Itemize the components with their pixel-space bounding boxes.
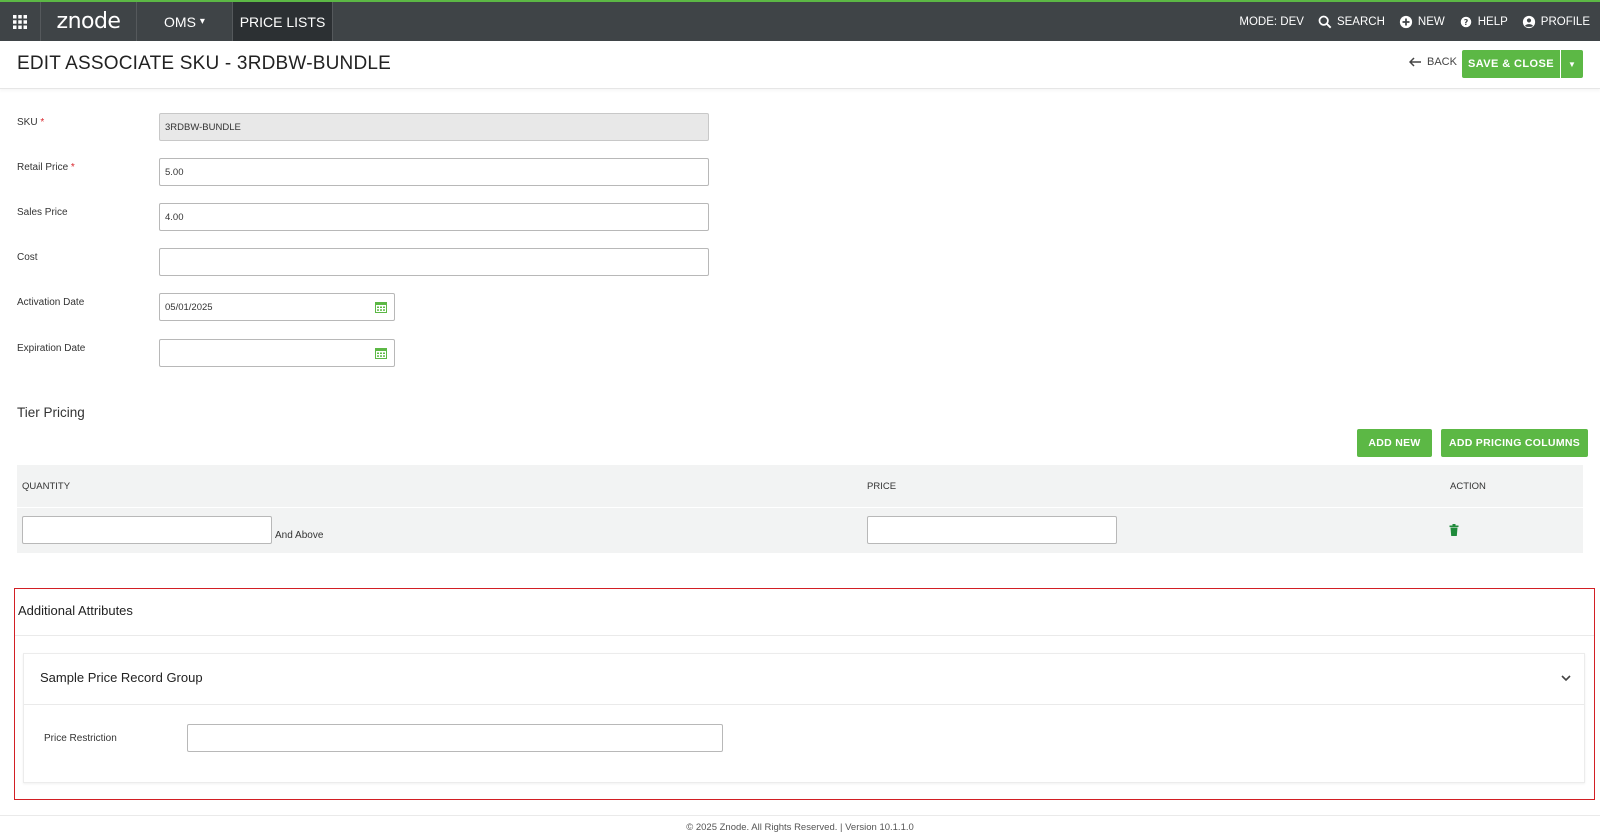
sku-input[interactable] [159,113,709,141]
page-footer: © 2025 Znode. All Rights Reserved. | Ver… [0,815,1600,838]
calendar-icon[interactable] [375,301,387,313]
add-pricing-columns-button[interactable]: ADD PRICING COLUMNS [1441,429,1588,457]
help-label: HELP [1477,15,1508,28]
chevron-down-icon[interactable] [1560,672,1572,684]
attribute-group-title[interactable]: Sample Price Record Group [40,670,203,685]
app-grid-icon[interactable] [0,2,41,41]
price-restriction-label: Price Restriction [44,733,117,744]
page-header: EDIT ASSOCIATE SKU - 3RDBW-BUNDLE BACK S… [0,41,1600,89]
help-button[interactable]: ? HELP [1459,15,1508,29]
table-row: And Above [17,507,1583,553]
search-label: SEARCH [1336,15,1385,28]
help-icon: ? [1460,16,1471,27]
nav-oms-menu[interactable]: OMS ▾ [137,2,233,41]
and-above-label: And Above [275,530,324,541]
back-button[interactable]: BACK [1409,56,1457,68]
column-header-quantity: QUANTITY [22,481,71,492]
column-header-price: PRICE [867,481,897,492]
arrow-left-icon [1409,57,1421,67]
new-button[interactable]: NEW [1399,15,1445,29]
save-close-button[interactable]: SAVE & CLOSE [1462,50,1560,78]
price-restriction-input[interactable] [187,724,723,752]
plus-circle-icon [1399,15,1413,28]
page-title: EDIT ASSOCIATE SKU - 3RDBW-BUNDLE [17,53,392,74]
sales-price-label: Sales Price [17,207,68,218]
retail-price-label: Retail Price * [17,162,75,173]
nav-price-lists-label: PRICE LISTS [239,13,326,30]
nav-oms-label: OMS [164,13,196,30]
attribute-group-card: Sample Price Record Group Price Restrict… [23,653,1585,783]
caret-down-icon: ▼ [1568,59,1576,69]
trash-icon[interactable] [1449,524,1459,536]
add-new-button[interactable]: ADD NEW [1357,429,1432,457]
mode-indicator[interactable]: MODE: DEV [1239,16,1304,28]
quantity-input[interactable] [22,516,272,544]
save-options-dropdown[interactable]: ▼ [1561,50,1583,78]
chevron-down-icon: ▾ [199,16,205,27]
back-label: BACK [1427,56,1457,68]
profile-button[interactable]: PROFILE [1522,15,1590,29]
expiration-date-label: Expiration Date [17,343,86,354]
svg-text:?: ? [1463,18,1468,27]
logo-text: znode [56,9,121,34]
search-button[interactable]: SEARCH [1318,15,1385,29]
nav-price-lists[interactable]: PRICE LISTS [233,2,333,41]
tier-price-input[interactable] [867,516,1117,544]
new-label: NEW [1417,15,1445,28]
sku-label: SKU * [17,117,45,128]
znode-logo[interactable]: znode [41,2,137,41]
top-right-actions: MODE: DEV SEARCH NEW ? HELP PROFILE [1239,2,1590,41]
activation-date-label: Activation Date [17,297,85,308]
retail-price-input[interactable] [159,158,709,186]
profile-label: PROFILE [1540,15,1590,28]
calendar-icon[interactable] [375,347,387,359]
activation-date-input[interactable] [159,293,395,321]
search-icon [1318,15,1332,28]
sales-price-input[interactable] [159,203,709,231]
group-divider [24,704,1584,705]
additional-attributes-title: Additional Attributes [18,603,133,618]
top-navigation-bar: znode OMS ▾ PRICE LISTS MODE: DEV SEARCH… [0,0,1600,41]
column-header-action: ACTION [1450,481,1486,492]
additional-attributes-section: Additional Attributes Sample Price Recor… [14,588,1595,800]
cost-label: Cost [17,252,38,263]
expiration-date-input[interactable] [159,339,395,367]
tier-pricing-title: Tier Pricing [17,405,85,420]
tier-pricing-table: QUANTITY PRICE ACTION And Above [17,465,1583,553]
required-mark: * [40,117,45,128]
cost-input[interactable] [159,248,709,276]
mode-label: MODE: DEV [1239,15,1304,28]
footer-text: © 2025 Znode. All Rights Reserved. | Ver… [686,821,914,833]
required-mark: * [70,162,75,173]
user-circle-icon [1522,15,1535,28]
section-divider [15,635,1594,636]
